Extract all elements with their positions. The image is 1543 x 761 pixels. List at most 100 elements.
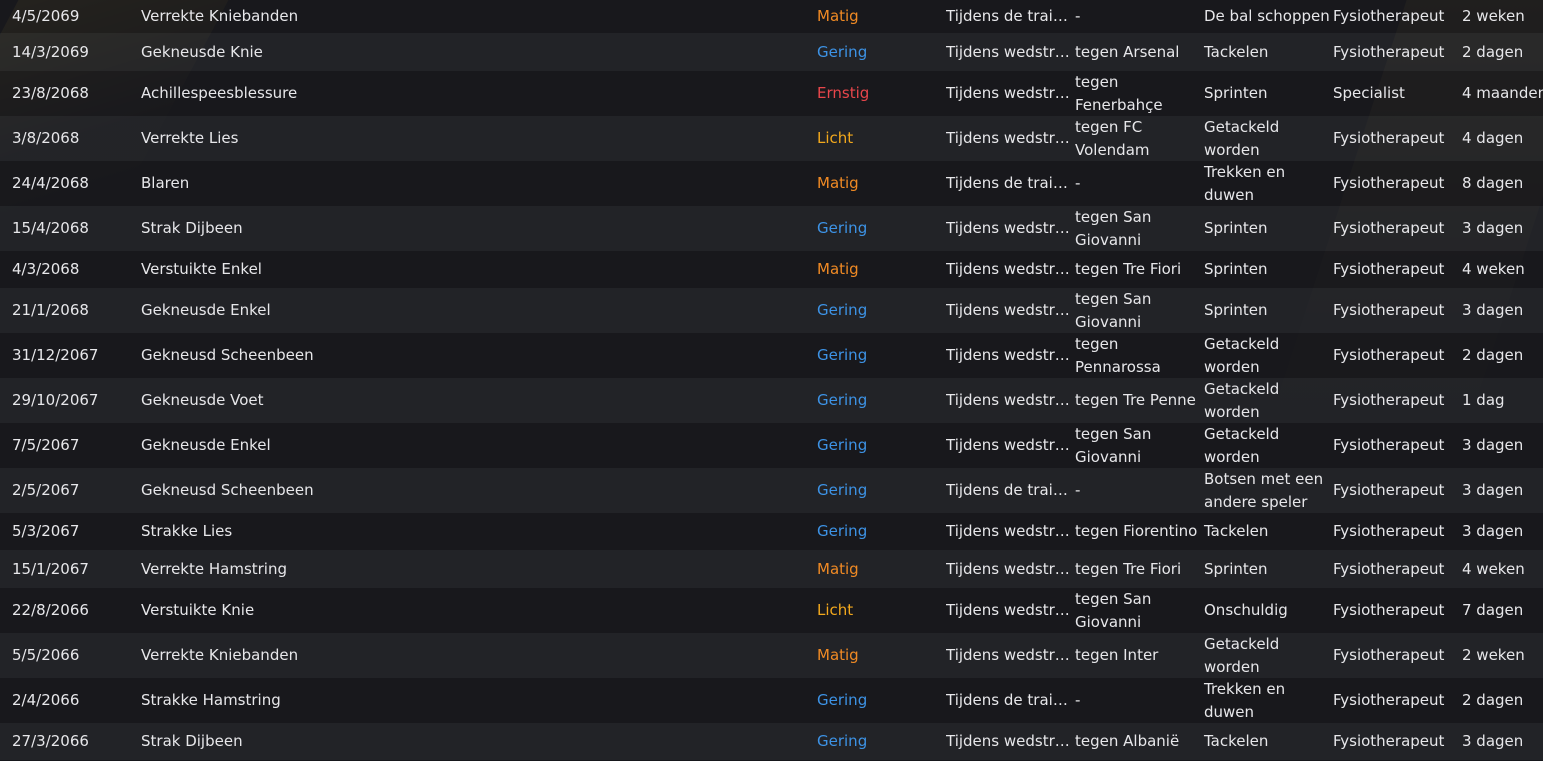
injury-severity: Matig [817, 174, 859, 192]
injury-duration: 3 dagen [1462, 436, 1524, 454]
injury-severity: Licht [817, 129, 854, 147]
injury-opponent: tegen FC Volendam [1075, 117, 1150, 159]
injury-severity: Gering [817, 732, 868, 750]
injury-date: 4/5/2069 [12, 7, 80, 25]
injury-duration: 4 dagen [1462, 129, 1524, 147]
injury-name: Verstuikte Knie [141, 601, 255, 619]
injury-treatment: Fysiotherapeut [1333, 260, 1445, 278]
injury-duration: 2 dagen [1462, 346, 1524, 364]
injury-treatment: Fysiotherapeut [1333, 301, 1445, 319]
injury-name: Strakke Hamstring [141, 691, 281, 709]
injury-duration: 2 dagen [1462, 42, 1524, 61]
injury-treatment: Fysiotherapeut [1333, 559, 1445, 578]
injury-occurred: Tijdens wedstrijd [946, 601, 1073, 619]
injury-treatment: Fysiotherapeut [1333, 436, 1445, 454]
injury-name: Gekneusde Voet [141, 391, 264, 409]
injury-duration: 4 maanden [1462, 84, 1543, 102]
injury-occurred: Tijdens wedstrijd [946, 391, 1073, 409]
injury-opponent: tegen Pennarossa [1075, 334, 1161, 376]
injury-occurred: Tijdens wedstrijd [946, 732, 1073, 750]
injury-opponent: - [1075, 174, 1081, 192]
injury-severity: Gering [817, 301, 868, 319]
injury-severity: Gering [817, 481, 868, 499]
injury-duration: 2 weken [1462, 646, 1525, 664]
injury-opponent: tegen Tre Fiori [1075, 559, 1182, 578]
injury-occurred: Tijdens de train… [946, 481, 1075, 499]
injury-treatment: Fysiotherapeut [1333, 346, 1445, 364]
injury-treatment: Fysiotherapeut [1333, 391, 1445, 409]
injury-cause: Sprinten [1204, 559, 1268, 578]
injury-treatment: Fysiotherapeut [1333, 732, 1445, 750]
table-row[interactable]: 21/1/2068 Gekneusde Enkel Gering Tijdens… [0, 288, 1543, 333]
injury-date: 15/4/2068 [12, 219, 89, 237]
table-row[interactable]: 4/3/2068 Verstuikte Enkel Matig Tijdens … [0, 251, 1543, 288]
injury-treatment: Fysiotherapeut [1333, 646, 1445, 664]
injury-severity: Gering [817, 42, 868, 61]
injury-treatment: Fysiotherapeut [1333, 174, 1445, 192]
injury-opponent: tegen Arsenal [1075, 42, 1180, 61]
injury-date: 15/1/2067 [12, 559, 89, 578]
injury-date: 24/4/2068 [12, 174, 89, 192]
injury-cause: Sprinten [1204, 260, 1268, 278]
injury-occurred: Tijdens wedstrijd [946, 219, 1073, 237]
injury-severity: Matig [817, 646, 859, 664]
injury-opponent: - [1075, 481, 1081, 499]
table-row[interactable]: 5/3/2067 Strakke Lies Gering Tijdens wed… [0, 513, 1543, 550]
injury-cause: Botsen met een andere speler [1204, 469, 1324, 511]
injury-severity: Ernstig [817, 84, 870, 102]
table-row[interactable]: 31/12/2067 Gekneusd Scheenbeen Gering Ti… [0, 333, 1543, 378]
table-row[interactable]: 15/4/2068 Strak Dijbeen Gering Tijdens w… [0, 206, 1543, 251]
injury-cause: Getackeld worden [1204, 424, 1280, 466]
injury-name: Strak Dijbeen [141, 732, 243, 750]
injury-opponent: tegen Fenerbahçe [1075, 72, 1163, 114]
table-row[interactable]: 29/10/2067 Gekneusde Voet Gering Tijdens… [0, 378, 1543, 423]
injury-severity: Licht [817, 601, 854, 619]
injury-name: Achillespeesblessure [141, 84, 298, 102]
table-row[interactable]: 5/5/2066 Verrekte Kniebanden Matig Tijde… [0, 633, 1543, 678]
injury-duration: 7 dagen [1462, 601, 1524, 619]
injury-duration: 8 dagen [1462, 174, 1524, 192]
injury-name: Verrekte Lies [141, 129, 239, 147]
table-row[interactable]: 24/4/2068 Blaren Matig Tijdens de train…… [0, 161, 1543, 206]
injury-cause: Tackelen [1204, 522, 1269, 540]
table-row[interactable]: 3/8/2068 Verrekte Lies Licht Tijdens wed… [0, 116, 1543, 161]
injury-date: 4/3/2068 [12, 260, 80, 278]
injury-duration: 1 dag [1462, 391, 1505, 409]
injury-name: Verstuikte Enkel [141, 260, 262, 278]
injury-severity: Gering [817, 436, 868, 454]
injury-duration: 4 weken [1462, 559, 1525, 578]
table-row[interactable]: 2/5/2067 Gekneusd Scheenbeen Gering Tijd… [0, 468, 1543, 513]
injury-duration: 2 weken [1462, 7, 1525, 25]
injury-name: Gekneusd Scheenbeen [141, 346, 314, 364]
injury-opponent: tegen Fiorentino [1075, 522, 1198, 540]
injury-treatment: Fysiotherapeut [1333, 601, 1445, 619]
table-row[interactable]: 22/8/2066 Verstuikte Knie Licht Tijdens … [0, 588, 1543, 633]
injury-opponent: tegen San Giovanni [1075, 289, 1152, 331]
injury-occurred: Tijdens wedstrijd [946, 260, 1073, 278]
injury-name: Gekneusd Scheenbeen [141, 481, 314, 499]
table-row[interactable]: 15/1/2067 Verrekte Hamstring Matig Tijde… [0, 550, 1543, 588]
injury-opponent: tegen Albanië [1075, 732, 1180, 750]
injury-opponent: tegen Tre Penne [1075, 391, 1196, 409]
injury-date: 7/5/2067 [12, 436, 80, 454]
injury-date: 22/8/2066 [12, 601, 89, 619]
injury-opponent: - [1075, 691, 1081, 709]
injury-severity: Matig [817, 559, 859, 578]
table-row[interactable]: 2/4/2066 Strakke Hamstring Gering Tijden… [0, 678, 1543, 723]
injury-name: Strakke Lies [141, 522, 233, 540]
injury-name: Verrekte Kniebanden [141, 646, 299, 664]
injury-occurred: Tijdens wedstrijd [946, 436, 1073, 454]
table-row[interactable]: 23/8/2068 Achillespeesblessure Ernstig T… [0, 71, 1543, 116]
injury-duration: 4 weken [1462, 260, 1525, 278]
injury-date: 23/8/2068 [12, 84, 89, 102]
injury-occurred: Tijdens wedstrijd [946, 346, 1073, 364]
injury-name: Strak Dijbeen [141, 219, 243, 237]
table-row[interactable]: 14/3/2069 Gekneusde Knie Gering Tijdens … [0, 33, 1543, 71]
injury-severity: Gering [817, 219, 868, 237]
table-row[interactable]: 27/3/2066 Strak Dijbeen Gering Tijdens w… [0, 723, 1543, 760]
injury-name: Verrekte Hamstring [141, 559, 288, 578]
injury-treatment: Specialist [1333, 84, 1405, 102]
table-row[interactable]: 7/5/2067 Gekneusde Enkel Gering Tijdens … [0, 423, 1543, 468]
table-row[interactable]: 4/5/2069 Verrekte Kniebanden Matig Tijde… [0, 0, 1543, 33]
injury-cause: De bal schoppen [1204, 7, 1330, 25]
